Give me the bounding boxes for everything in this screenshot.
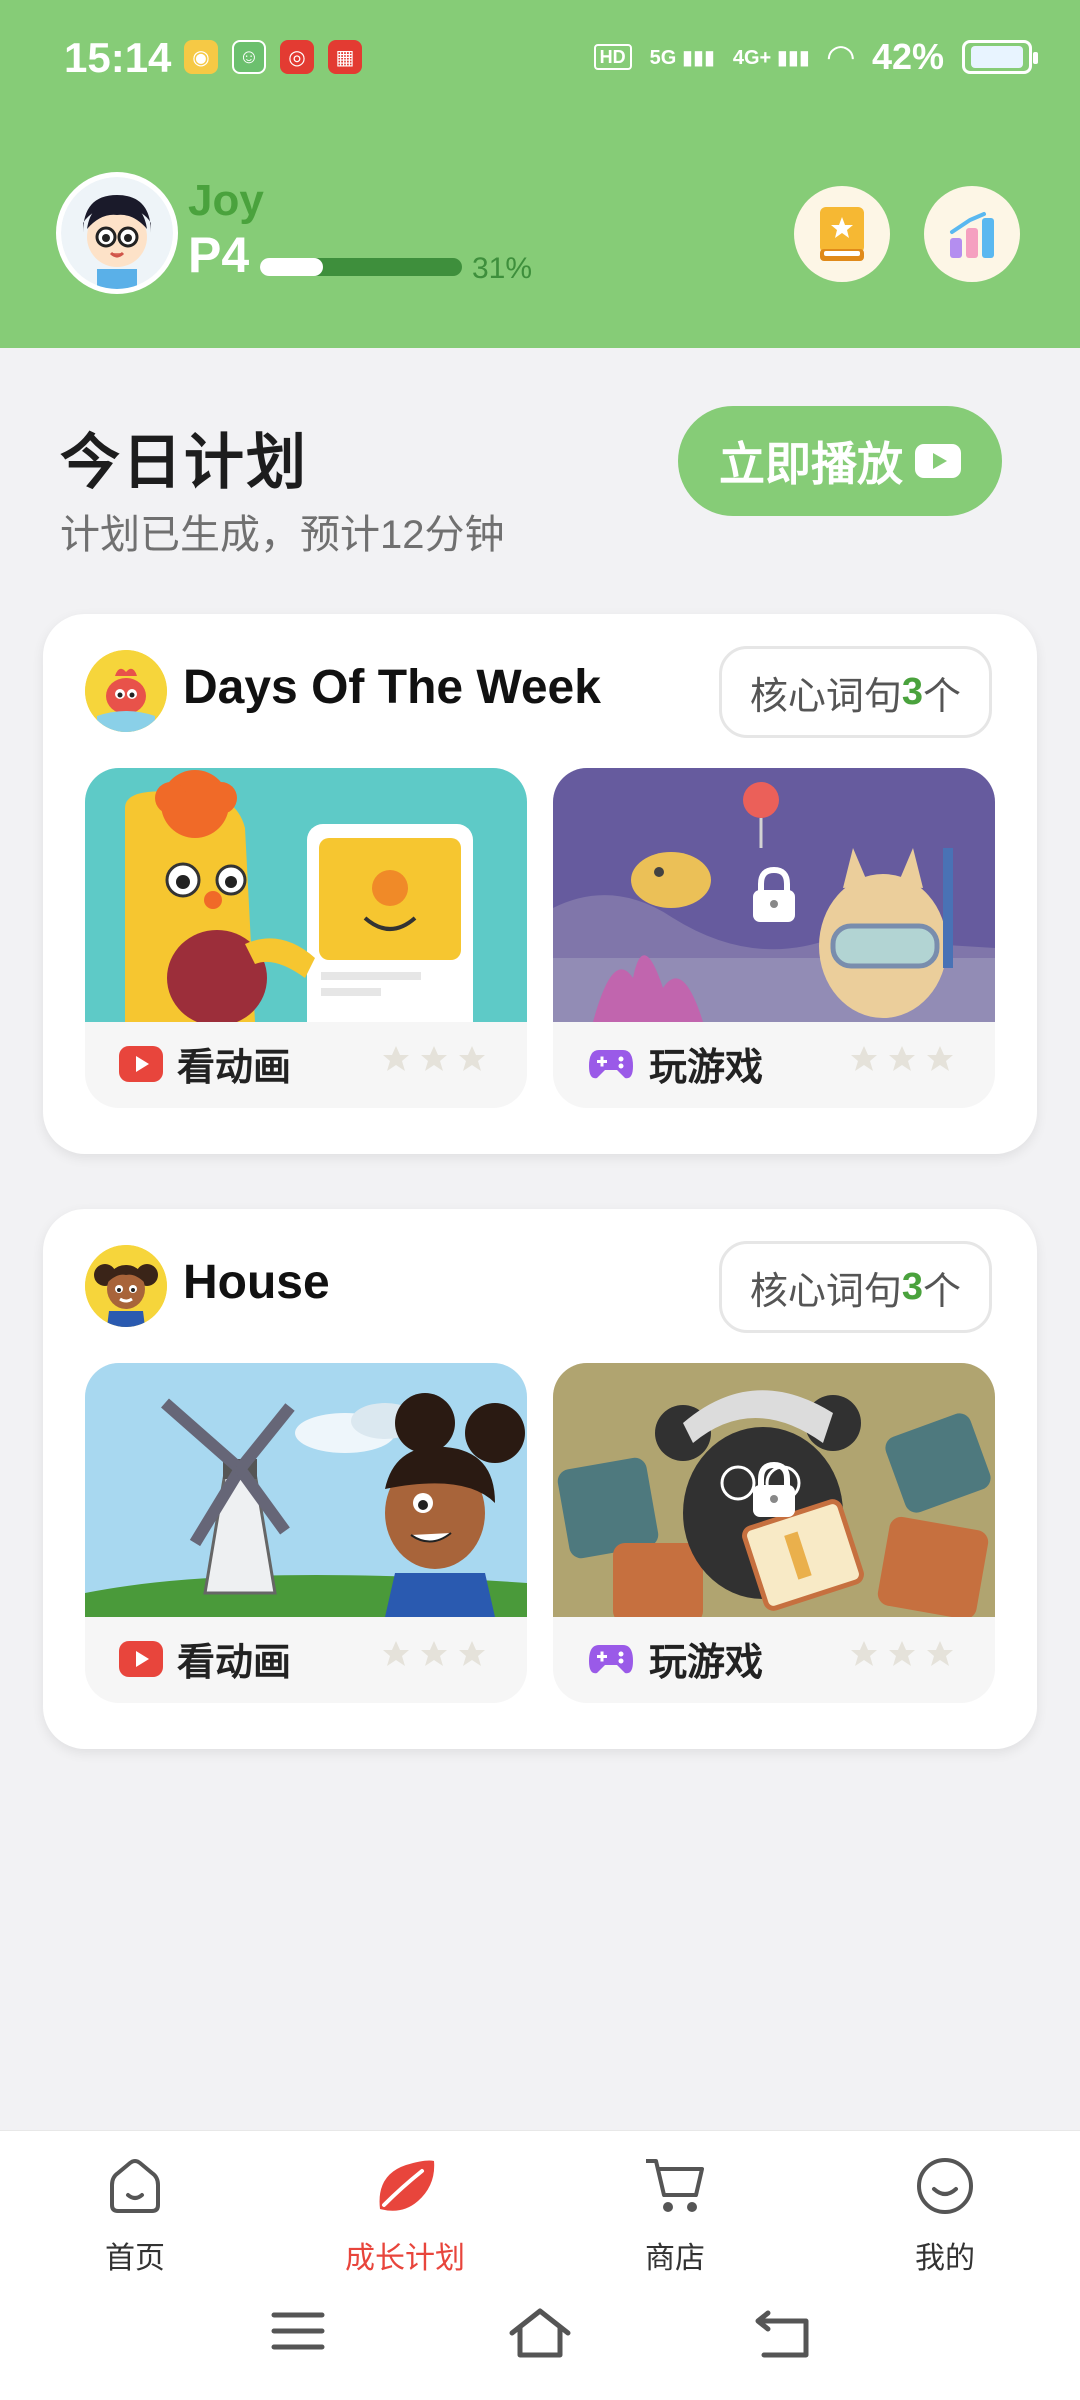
avatar[interactable]	[56, 172, 178, 294]
gamepad-icon	[589, 1049, 633, 1078]
watch-animation-tile[interactable]: 看动画	[85, 768, 527, 1108]
notification-icons: ◉ ☺ ◎ ▦	[184, 40, 362, 74]
star-icon	[851, 1641, 877, 1666]
activity-label: 玩游戏	[587, 1631, 763, 1686]
star-rating	[381, 1044, 487, 1074]
profile-name: Joy	[188, 176, 264, 225]
bottom-nav: 首页 成长计划 商店 我的	[0, 2130, 1080, 2400]
activity-label: 玩游戏	[587, 1036, 763, 1091]
weibo-icon: ◉	[184, 40, 218, 74]
core-words-tag[interactable]: 核心词句 3 个	[718, 646, 992, 738]
nav-label: 成长计划	[345, 2242, 465, 2275]
boy-avatar-icon	[61, 177, 173, 289]
plan-subtitle: 计划已生成，预计12分钟	[60, 513, 505, 557]
play-game-tile[interactable]: 玩游戏	[553, 1363, 995, 1703]
nav-item-shop[interactable]: 商店	[590, 2151, 760, 2277]
battery-percent: 42%	[871, 36, 944, 77]
lesson-card[interactable]: Days Of The Week 核心词句 3 个 看动画 玩游戏	[43, 614, 1037, 1154]
star-icon	[927, 1046, 953, 1071]
lesson-title: House	[183, 1256, 330, 1309]
bar-chart-icon	[950, 212, 994, 258]
star-icon	[383, 1641, 409, 1666]
activity-label: 看动画	[119, 1036, 291, 1091]
gamepad-icon	[589, 1644, 633, 1673]
lock-icon	[753, 1461, 795, 1517]
nav-label: 商店	[645, 2242, 705, 2275]
nav-label: 我的	[915, 2242, 975, 2275]
wifi-icon: ◠	[827, 38, 854, 76]
nav-item-growth-plan[interactable]: 成长计划	[320, 2151, 490, 2277]
play-game-tile[interactable]: 玩游戏	[553, 768, 995, 1108]
level-progress-label: 31%	[472, 252, 533, 285]
core-words-tag[interactable]: 核心词句 3 个	[718, 1241, 992, 1333]
status-right: HD 5G ▮▮▮ 4G+ ▮▮▮ ◠ 42%	[593, 36, 1038, 78]
back-icon[interactable]	[754, 2307, 810, 2359]
watch-animation-tile[interactable]: 看动画	[85, 1363, 527, 1703]
star-book-icon	[820, 207, 864, 261]
star-icon	[851, 1046, 877, 1071]
system-home-icon[interactable]	[508, 2307, 572, 2359]
system-nav-bar	[0, 2291, 1080, 2371]
star-book-button[interactable]	[794, 186, 890, 282]
4g-signal-icon: 4G+ ▮▮▮	[732, 46, 810, 69]
menu-icon[interactable]	[270, 2307, 326, 2355]
lesson-logo-icon	[85, 650, 167, 732]
nav-item-home[interactable]: 首页	[50, 2151, 220, 2277]
lesson-logo-icon	[85, 1245, 167, 1327]
leaf-icon	[379, 2160, 435, 2211]
video-icon	[119, 1045, 163, 1082]
status-time: 15:14	[64, 34, 172, 81]
activity-label: 看动画	[119, 1631, 291, 1686]
music-icon: ◎	[280, 40, 314, 74]
star-rating	[849, 1044, 955, 1074]
status-bar: 15:14 ◉ ☺ ◎ ▦ HD 5G ▮▮▮ 4G+ ▮▮▮ ◠ 42%	[0, 30, 1080, 86]
star-icon	[421, 1046, 447, 1071]
chat-icon: ☺	[232, 40, 266, 74]
lock-icon	[753, 866, 795, 922]
battery-icon	[962, 40, 1038, 74]
star-icon	[927, 1641, 953, 1666]
star-icon	[459, 1641, 485, 1666]
star-icon	[889, 1046, 915, 1071]
star-icon	[889, 1641, 915, 1666]
level-progress-bar	[260, 258, 462, 276]
nav-label: 首页	[105, 2242, 165, 2275]
star-icon	[383, 1046, 409, 1071]
profile-level: P4	[188, 227, 250, 283]
video-icon	[119, 1640, 163, 1677]
stats-button[interactable]	[924, 186, 1020, 282]
smile-icon	[917, 2158, 973, 2214]
lesson-card[interactable]: House 核心词句 3 个 看动画 玩游戏	[43, 1209, 1037, 1749]
plan-title: 今日计划	[60, 429, 308, 496]
star-icon	[421, 1641, 447, 1666]
header: 15:14 ◉ ☺ ◎ ▦ HD 5G ▮▮▮ 4G+ ▮▮▮ ◠ 42% Jo…	[0, 0, 1080, 348]
lesson-title: Days Of The Week	[183, 661, 601, 714]
home-icon	[110, 2159, 160, 2213]
play-now-button[interactable]: 立即播放	[678, 406, 1002, 516]
animation-thumbnail	[85, 768, 527, 1022]
play-now-label: 立即播放	[719, 438, 903, 490]
nav-item-me[interactable]: 我的	[860, 2151, 1030, 2277]
star-rating	[381, 1639, 487, 1669]
cart-icon	[646, 2159, 704, 2212]
star-rating	[849, 1639, 955, 1669]
5g-signal-icon: 5G ▮▮▮	[649, 46, 715, 69]
hd-icon: HD	[593, 44, 632, 70]
play-icon	[915, 444, 961, 478]
star-icon	[459, 1046, 485, 1071]
animation-thumbnail	[85, 1363, 527, 1617]
app-icon: ▦	[328, 40, 362, 74]
